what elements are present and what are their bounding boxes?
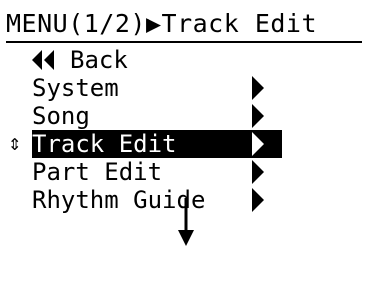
menu-item-label: Track Edit xyxy=(32,130,177,158)
cursor-updown-icon: ⇕ xyxy=(8,131,22,156)
menu-item-song[interactable]: Song xyxy=(32,102,282,130)
submenu-arrow-icon xyxy=(252,104,264,128)
submenu-arrow-icon xyxy=(252,188,264,212)
back-arrow-icon xyxy=(32,50,54,70)
submenu-arrow-icon xyxy=(252,160,264,184)
menu-title: MENU(1/2)▶Track Edit xyxy=(6,9,318,38)
back-item[interactable]: Back xyxy=(32,46,282,74)
submenu-arrow-icon xyxy=(252,76,264,100)
menu-item-label: Part Edit xyxy=(32,158,163,186)
lcd-screen: MENU(1/2)▶Track Edit Back System Song ⇕ … xyxy=(6,8,370,214)
down-arrow-icon xyxy=(178,198,194,246)
title-underline xyxy=(6,41,362,43)
menu-item-system[interactable]: System xyxy=(32,74,282,102)
menu-item-part-edit[interactable]: Part Edit xyxy=(32,158,282,186)
menu-item-label: System xyxy=(32,74,119,102)
menu-item-track-edit[interactable]: Track Edit xyxy=(32,130,282,158)
menu-item-label: Song xyxy=(32,102,90,130)
back-label: Back xyxy=(70,46,128,74)
submenu-arrow-icon xyxy=(252,132,264,156)
menu-item-rhythm-guide[interactable]: Rhythm Guide xyxy=(32,186,282,214)
